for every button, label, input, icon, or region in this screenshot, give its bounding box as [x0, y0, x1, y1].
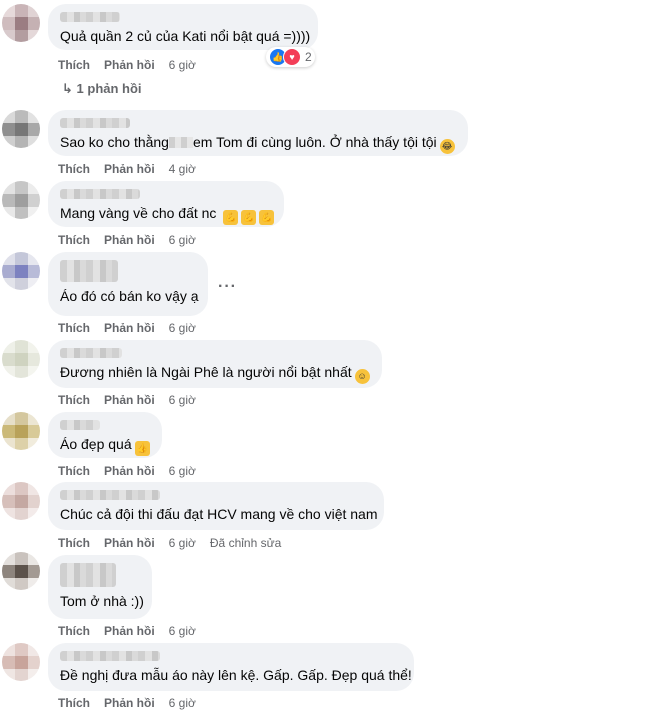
timestamp[interactable]: 6 giờ: [169, 464, 196, 478]
comment-text: Chúc cả đội thi đấu đạt HCV mang về cho …: [60, 506, 378, 522]
timestamp[interactable]: 6 giờ: [169, 536, 196, 550]
love-reaction-icon: ♥: [283, 48, 301, 66]
avatar[interactable]: [2, 412, 40, 450]
edited-label[interactable]: Đã chỉnh sửa: [210, 536, 281, 550]
comment-bubble: Đề nghị đưa mẫu áo này lên kệ. Gấp. Gấp.…: [48, 643, 414, 691]
reply-button[interactable]: Phản hồi: [104, 393, 155, 407]
comment-actions: Thích Phản hồi 6 giờ: [58, 464, 210, 478]
comment-actions: Thích Phản hồi 6 giờ: [58, 58, 210, 72]
like-button[interactable]: Thích: [58, 464, 90, 478]
like-button[interactable]: Thích: [58, 536, 90, 550]
like-button[interactable]: Thích: [58, 162, 90, 176]
comment-actions: Thích Phản hồi 6 giờ: [58, 233, 210, 247]
comment-text: Đương nhiên là Ngài Phê là người nổi bật…: [60, 363, 370, 384]
timestamp[interactable]: 6 giờ: [169, 233, 196, 247]
avatar[interactable]: [2, 252, 40, 290]
comment-bubble: Chúc cả đội thi đấu đạt HCV mang về cho …: [48, 482, 384, 530]
comment-actions: Thích Phản hồi 6 giờ Đã chỉnh sửa: [58, 536, 295, 550]
avatar[interactable]: [2, 643, 40, 681]
avatar[interactable]: [2, 4, 40, 42]
timestamp[interactable]: 6 giờ: [169, 393, 196, 407]
comment-text: Tom ở nhà :)): [60, 593, 144, 609]
view-replies-link[interactable]: ↳ 1 phản hồi: [62, 81, 142, 97]
comment-actions: Thích Phản hồi 4 giờ: [58, 162, 210, 176]
author-name[interactable]: [60, 420, 100, 430]
comment-bubble: Quả quần 2 củ của Kati nổi bật quá =)))): [48, 4, 318, 50]
rofl-emoji-icon: 😂: [439, 139, 455, 154]
reaction-summary[interactable]: 👍 ♥ 2: [266, 47, 315, 67]
timestamp[interactable]: 6 giờ: [169, 624, 196, 638]
comment-text: Mang vàng về cho đất nc 💪 💪 💪: [60, 204, 275, 225]
blurred-name: [168, 137, 193, 148]
comment-text: Sao ko cho thằng em Tom đi cùng luôn. Ở n…: [60, 133, 456, 154]
author-name[interactable]: [60, 490, 160, 500]
flexed-biceps-icon: 💪: [241, 210, 257, 225]
comment-text: Áo đó có bán ko vậy ạ: [60, 288, 199, 304]
reply-arrow-icon: ↳: [62, 81, 73, 96]
reply-button[interactable]: Phản hồi: [104, 162, 155, 176]
reply-button[interactable]: Phản hồi: [104, 464, 155, 478]
comment-text: Áo đẹp quá 👍: [60, 435, 150, 456]
like-button[interactable]: Thích: [58, 624, 90, 638]
comment-actions: Thích Phản hồi 6 giờ: [58, 321, 210, 335]
author-name[interactable]: [60, 563, 116, 587]
avatar[interactable]: [2, 110, 40, 148]
avatar[interactable]: [2, 552, 40, 590]
comment-text: Đề nghị đưa mẫu áo này lên kệ. Gấp. Gấp.…: [60, 667, 412, 683]
reply-button[interactable]: Phản hồi: [104, 58, 155, 72]
like-button[interactable]: Thích: [58, 58, 90, 72]
like-button[interactable]: Thích: [58, 233, 90, 247]
like-button[interactable]: Thích: [58, 321, 90, 335]
replies-label: 1 phản hồi: [76, 81, 142, 96]
comment-bubble: Tom ở nhà :)): [48, 555, 152, 619]
author-name[interactable]: [60, 348, 122, 358]
like-button[interactable]: Thích: [58, 696, 90, 710]
reply-button[interactable]: Phản hồi: [104, 696, 155, 710]
author-name[interactable]: [60, 260, 118, 282]
reaction-count: 2: [305, 50, 312, 64]
avatar[interactable]: [2, 181, 40, 219]
avatar[interactable]: [2, 340, 40, 378]
reply-button[interactable]: Phản hồi: [104, 624, 155, 638]
timestamp[interactable]: 6 giờ: [169, 321, 196, 335]
timestamp[interactable]: 6 giờ: [169, 696, 196, 710]
smile-emoji-icon: ☺: [354, 369, 370, 384]
flexed-biceps-icon: 💪: [259, 210, 275, 225]
comment-actions: Thích Phản hồi 6 giờ: [58, 393, 210, 407]
reply-button[interactable]: Phản hồi: [104, 233, 155, 247]
author-name[interactable]: [60, 189, 140, 199]
avatar[interactable]: [2, 482, 40, 520]
reply-button[interactable]: Phản hồi: [104, 536, 155, 550]
more-options-icon[interactable]: ···: [218, 278, 237, 296]
author-name[interactable]: [60, 118, 130, 128]
author-name[interactable]: [60, 651, 160, 661]
comment-bubble: Đương nhiên là Ngài Phê là người nổi bật…: [48, 340, 382, 388]
reply-button[interactable]: Phản hồi: [104, 321, 155, 335]
thumbs-up-icon: 👍: [134, 441, 150, 456]
comment-actions: Thích Phản hồi 6 giờ: [58, 696, 210, 710]
timestamp[interactable]: 4 giờ: [169, 162, 196, 176]
comment-actions: Thích Phản hồi 6 giờ: [58, 624, 210, 638]
timestamp[interactable]: 6 giờ: [169, 58, 196, 72]
author-name[interactable]: [60, 12, 120, 22]
comment-bubble: Sao ko cho thằng em Tom đi cùng luôn. Ở n…: [48, 110, 468, 156]
like-button[interactable]: Thích: [58, 393, 90, 407]
comment-bubble: Áo đẹp quá 👍: [48, 412, 162, 458]
comment-bubble: Áo đó có bán ko vậy ạ: [48, 252, 208, 316]
flexed-biceps-icon: 💪: [223, 210, 239, 225]
comment-text: Quả quần 2 củ của Kati nổi bật quá =)))): [60, 28, 311, 44]
comment-bubble: Mang vàng về cho đất nc 💪 💪 💪: [48, 181, 284, 227]
